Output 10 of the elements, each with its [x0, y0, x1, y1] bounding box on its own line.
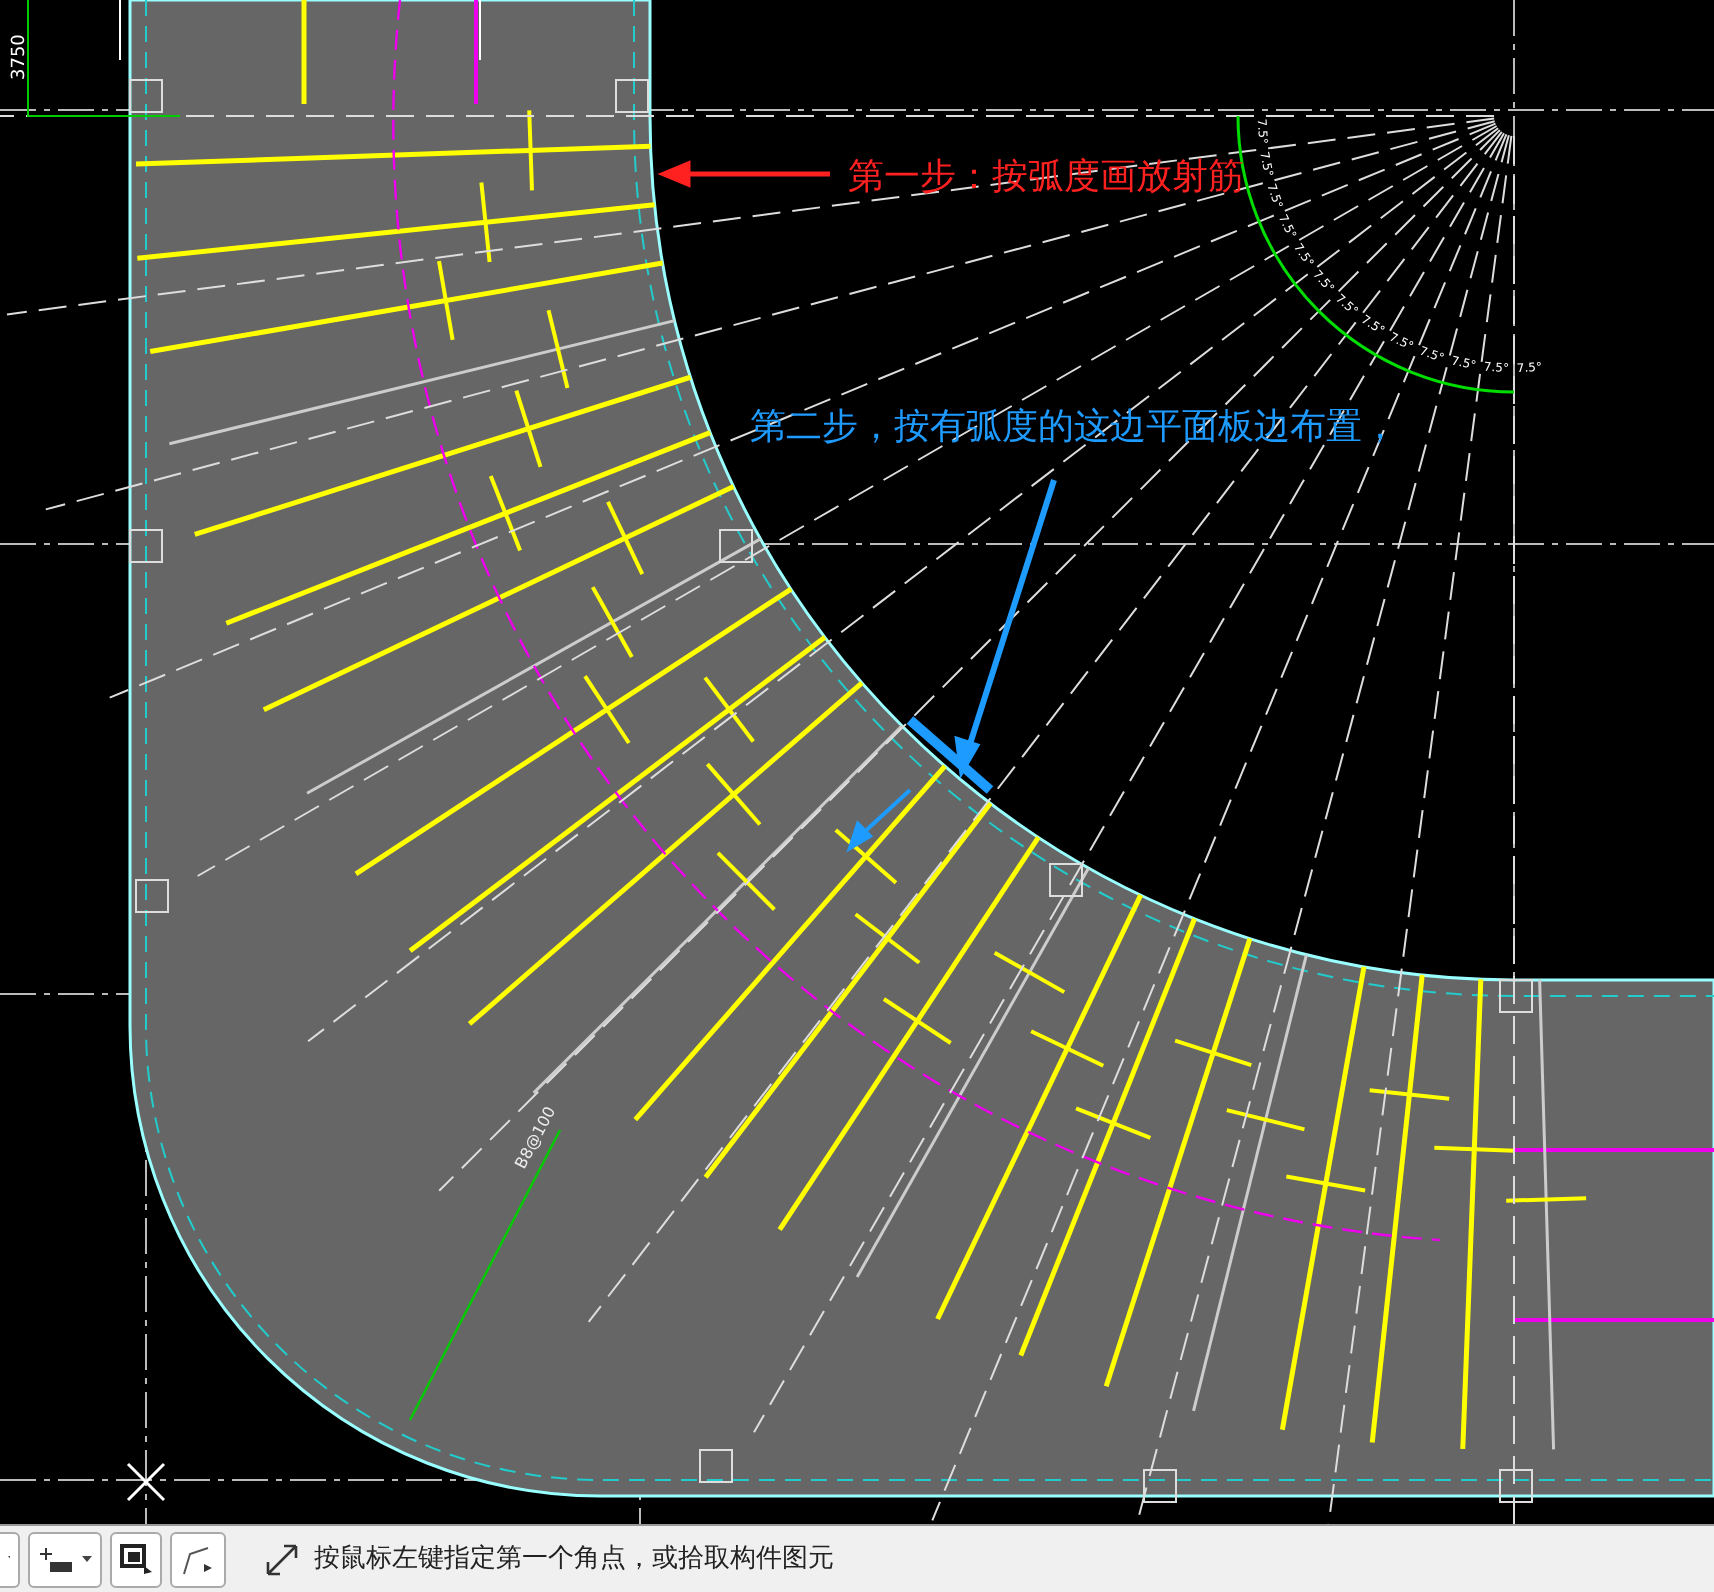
screen-icon — [120, 1543, 152, 1575]
resize-arrows-icon — [266, 1543, 298, 1575]
toolbar-button[interactable] — [170, 1531, 226, 1587]
dimension-text: 3750 — [10, 34, 30, 80]
polyline-icon — [180, 1543, 216, 1575]
command-prompt: 按鼠标左键指定第一个角点，或拾取构件图元 — [314, 1541, 834, 1578]
plus-rectangle-icon — [38, 1545, 74, 1573]
toolbar-button[interactable] — [110, 1531, 162, 1587]
cursor-icon — [126, 1462, 166, 1502]
toolbar-button[interactable] — [28, 1531, 102, 1587]
